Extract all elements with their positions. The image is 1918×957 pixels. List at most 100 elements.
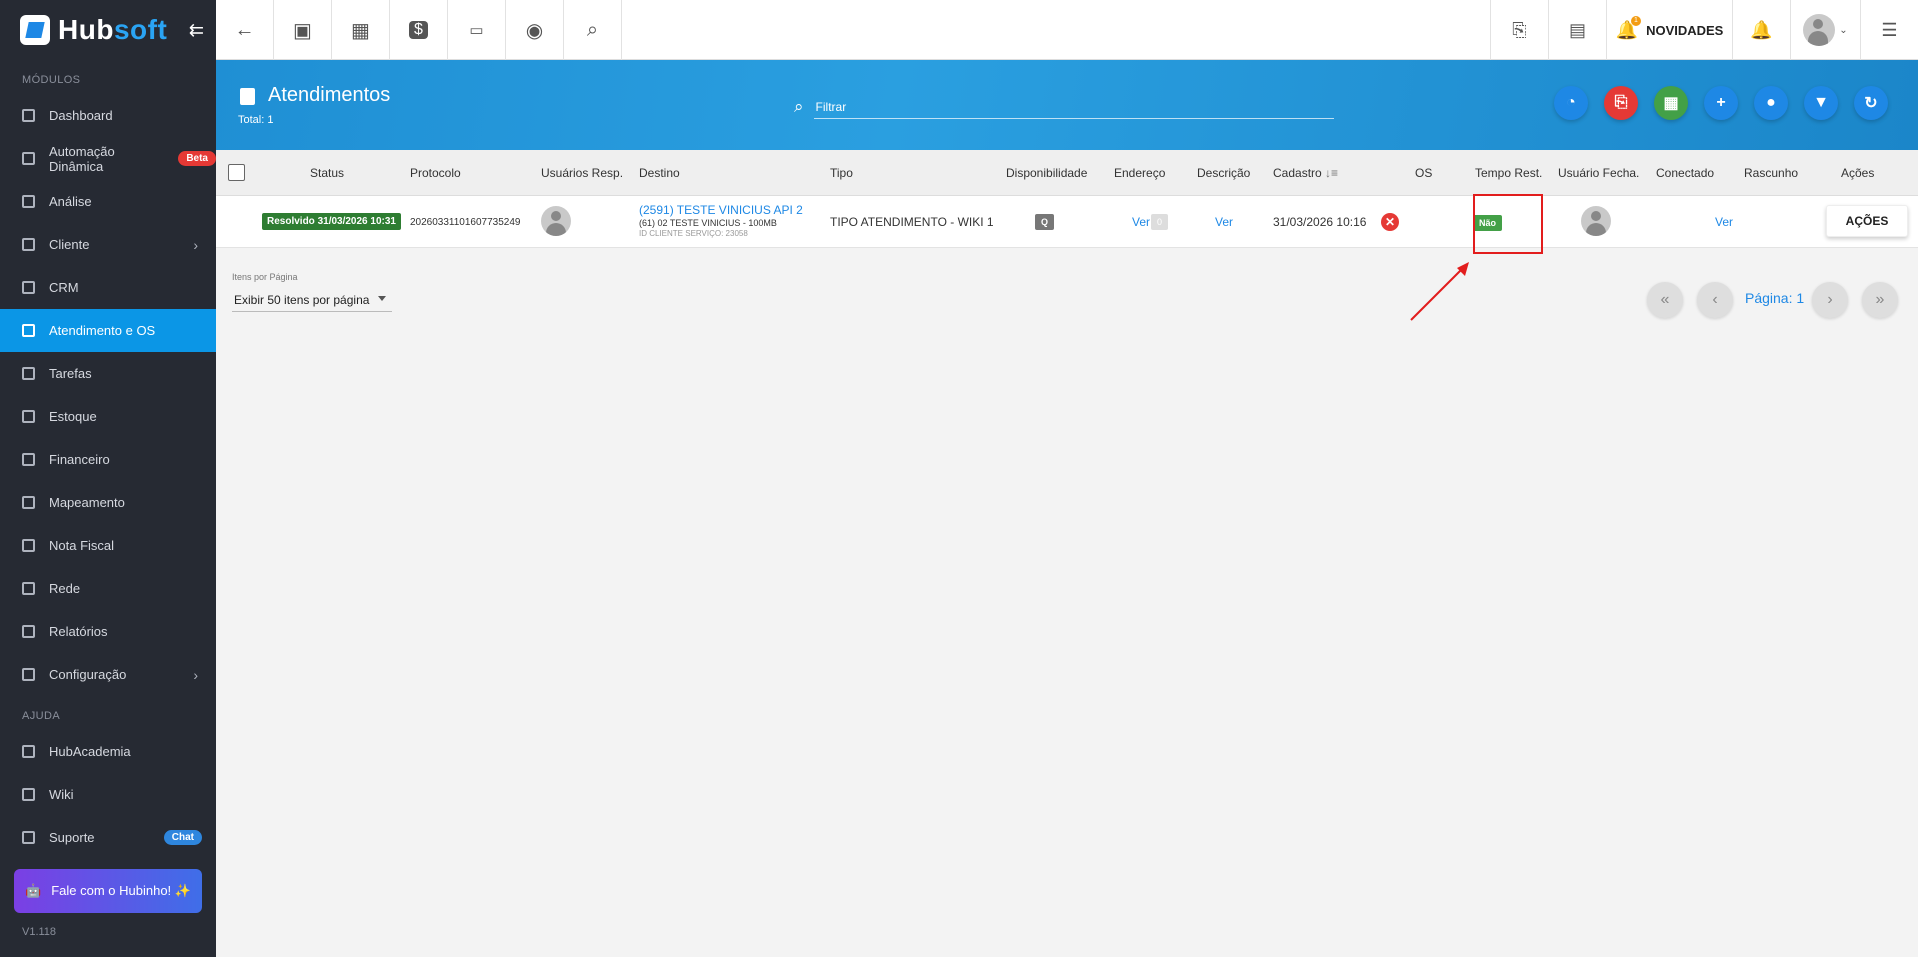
- export-pdf-button[interactable]: ⎘: [1604, 86, 1638, 120]
- select-all-checkbox[interactable]: [228, 164, 245, 181]
- logo[interactable]: Hubsoft ⇇: [0, 0, 216, 60]
- prev-page-button[interactable]: ‹: [1697, 282, 1733, 318]
- contacts-button[interactable]: ▣: [274, 0, 332, 60]
- filter-input[interactable]: [813, 95, 1334, 119]
- back-button[interactable]: ←: [216, 0, 274, 60]
- sidebar-item-dashboard[interactable]: Dashboard: [0, 94, 216, 137]
- remaining-time-view-link[interactable]: Ver: [1715, 215, 1733, 229]
- add-button[interactable]: +: [1704, 86, 1738, 120]
- view-button[interactable]: ◉: [506, 0, 564, 60]
- section-title-help: AJUDA: [22, 710, 61, 722]
- availability-badge: Q: [1035, 214, 1055, 230]
- avatar: [1803, 14, 1836, 46]
- search-button[interactable]: ⌕: [564, 0, 622, 60]
- chevron-right-icon: ›: [193, 666, 198, 683]
- address-view-link[interactable]: Ver: [1132, 215, 1150, 229]
- page-title: Atendimentos: [268, 84, 391, 106]
- column-header[interactable]: Descrição: [1197, 166, 1250, 180]
- protocol-number: 20260331101607735249: [410, 217, 521, 228]
- table-row[interactable]: Resolvido 31/03/2026 10:31 2026033110160…: [216, 196, 1918, 248]
- description-view-link[interactable]: Ver: [1215, 215, 1233, 229]
- column-header[interactable]: Endereço: [1114, 166, 1165, 180]
- finance-button[interactable]: $: [390, 0, 448, 60]
- chevron-right-icon: ›: [193, 236, 198, 253]
- column-header-label: Cadastro: [1273, 166, 1322, 180]
- sidebar-item-wiki[interactable]: Wiki: [0, 773, 216, 816]
- type-cell: TIPO ATENDIMENTO - WIKI 1: [830, 215, 994, 229]
- sidebar-item-label: Wiki: [49, 787, 74, 802]
- column-header[interactable]: OS: [1415, 166, 1432, 180]
- sidebar-item-cliente[interactable]: Cliente ›: [0, 223, 216, 266]
- chart-button[interactable]: ◔: [1554, 86, 1588, 120]
- badge-button[interactable]: ▤: [1548, 0, 1606, 60]
- pie-chart-icon: [22, 195, 35, 208]
- sidebar-item-configuracao[interactable]: Configuração ›: [0, 653, 216, 696]
- column-header[interactable]: Rascunho: [1744, 166, 1798, 180]
- first-page-button[interactable]: «: [1647, 282, 1683, 318]
- created-date: 31/03/2026 10:16: [1273, 215, 1367, 229]
- collapse-sidebar-icon[interactable]: ⇇: [189, 20, 204, 41]
- sidebar-item-nota-fiscal[interactable]: Nota Fiscal: [0, 524, 216, 567]
- box-icon: [22, 410, 35, 423]
- terminal-icon: ▭: [469, 22, 484, 39]
- menu-button[interactable]: ☰: [1860, 0, 1918, 60]
- sidebar-item-financeiro[interactable]: Financeiro: [0, 438, 216, 481]
- column-header-cadastro[interactable]: Cadastro ↓≡: [1273, 166, 1338, 180]
- column-header[interactable]: Ações: [1841, 166, 1874, 180]
- sidebar-item-label: Dashboard: [49, 108, 113, 123]
- column-header[interactable]: Destino: [639, 166, 680, 180]
- column-header[interactable]: Conectado: [1656, 166, 1714, 180]
- table-header: Status Protocolo Usuários Resp. Destino …: [216, 150, 1918, 196]
- user-menu[interactable]: ⌄: [1790, 0, 1860, 60]
- hubinho-button[interactable]: 🤖 Fale com o Hubinho! ✨: [14, 869, 202, 913]
- caret-down-icon: [378, 296, 386, 301]
- notification-count: 1: [1631, 16, 1641, 26]
- destination-link[interactable]: (2591) TESTE VINICIUS API 2: [639, 203, 803, 217]
- sidebar-item-suporte[interactable]: Suporte Chat: [0, 816, 216, 859]
- sidebar-item-automacao[interactable]: Automação Dinâmica Beta: [0, 137, 216, 180]
- sidebar-item-analise[interactable]: Análise: [0, 180, 216, 223]
- sidebar-item-crm[interactable]: CRM: [0, 266, 216, 309]
- alarm-button[interactable]: 🔔: [1732, 0, 1790, 60]
- sidebar-item-relatorios[interactable]: Relatórios: [0, 610, 216, 653]
- search-icon: ⌕: [794, 97, 804, 116]
- chevron-left-icon: ‹: [1712, 291, 1718, 308]
- column-header[interactable]: Status: [310, 166, 344, 180]
- actions-button[interactable]: AÇÕES: [1826, 205, 1908, 237]
- sidebar-item-hubacademia[interactable]: HubAcademia: [0, 730, 216, 773]
- sidebar-item-label: Financeiro: [49, 452, 110, 467]
- invoice-icon: [22, 539, 35, 552]
- video-icon: [22, 745, 35, 758]
- alarm-icon: 🔔: [1750, 19, 1773, 40]
- map-pin-icon: [22, 496, 35, 509]
- per-page-select[interactable]: Exibir 50 itens por página: [232, 288, 392, 312]
- schedule-button[interactable]: ▦: [332, 0, 390, 60]
- beta-badge: Beta: [178, 151, 216, 166]
- novidades-button[interactable]: 🔔 1 NOVIDADES: [1606, 0, 1732, 60]
- column-header[interactable]: Protocolo: [410, 166, 461, 180]
- gear-icon: [22, 668, 35, 681]
- column-header[interactable]: Disponibilidade: [1006, 166, 1087, 180]
- column-header[interactable]: Tipo: [830, 166, 853, 180]
- sidebar-item-rede[interactable]: Rede: [0, 567, 216, 610]
- sidebar-item-estoque[interactable]: Estoque: [0, 395, 216, 438]
- column-header[interactable]: Usuários Resp.: [541, 166, 623, 180]
- user-filter-button[interactable]: ●: [1754, 86, 1788, 120]
- pdf-button[interactable]: ⎘: [1490, 0, 1548, 60]
- export-excel-button[interactable]: ▦: [1654, 86, 1688, 120]
- sidebar-item-label: Relatórios: [49, 624, 108, 639]
- per-page-value: Exibir 50 itens por página: [234, 292, 370, 307]
- column-header[interactable]: Tempo Rest.: [1475, 166, 1542, 180]
- sidebar-item-atendimento[interactable]: Atendimento e OS: [0, 309, 216, 352]
- sidebar-item-label: HubAcademia: [49, 744, 131, 759]
- page-header: Atendimentos Total: 1 ⌕ ◔ ⎘ ▦ + ● ▼ ↻: [216, 60, 1918, 150]
- refresh-button[interactable]: ↻: [1854, 86, 1888, 120]
- column-header[interactable]: Usuário Fecha.: [1558, 166, 1639, 180]
- last-page-button[interactable]: »: [1862, 282, 1898, 318]
- sidebar-item-tarefas[interactable]: Tarefas: [0, 352, 216, 395]
- filter-button[interactable]: ▼: [1804, 86, 1838, 120]
- sidebar-item-mapeamento[interactable]: Mapeamento: [0, 481, 216, 524]
- terminal-button[interactable]: ▭: [448, 0, 506, 60]
- next-page-button[interactable]: ›: [1812, 282, 1848, 318]
- highlight-box: [1473, 194, 1543, 254]
